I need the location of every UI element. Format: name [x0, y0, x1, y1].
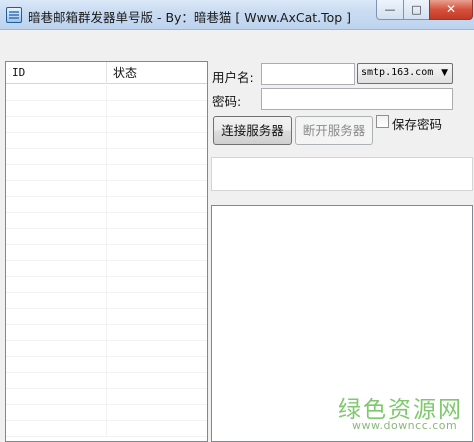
- close-icon: ✕: [445, 2, 457, 16]
- row-column-divider: [106, 197, 107, 213]
- row-column-divider: [106, 165, 107, 181]
- smtp-server-value: smtp.163.com: [361, 67, 434, 78]
- list-row[interactable]: [6, 133, 207, 149]
- minimize-button[interactable]: —: [376, 0, 404, 20]
- list-row[interactable]: [6, 149, 207, 165]
- row-column-divider: [106, 293, 107, 309]
- app-icon: [6, 7, 22, 23]
- column-header-status[interactable]: 状态: [107, 62, 207, 84]
- account-list[interactable]: ID 状态: [5, 61, 208, 442]
- list-header: ID 状态: [6, 62, 207, 84]
- minimize-icon: —: [384, 3, 396, 16]
- row-column-divider: [106, 277, 107, 293]
- maximize-button[interactable]: □: [403, 0, 430, 20]
- connect-server-button[interactable]: 连接服务器: [213, 116, 292, 145]
- disconnect-server-button[interactable]: 断开服务器: [295, 116, 373, 145]
- row-column-divider: [106, 325, 107, 341]
- close-button[interactable]: ✕: [429, 0, 473, 20]
- list-row[interactable]: [6, 165, 207, 181]
- list-row[interactable]: [6, 261, 207, 277]
- row-column-divider: [106, 261, 107, 277]
- list-row[interactable]: [6, 421, 207, 437]
- row-column-divider: [106, 213, 107, 229]
- list-row[interactable]: [6, 229, 207, 245]
- list-row[interactable]: [6, 197, 207, 213]
- row-column-divider: [106, 245, 107, 261]
- username-label: 用户名:: [212, 70, 254, 85]
- row-column-divider: [106, 229, 107, 245]
- list-row[interactable]: [6, 405, 207, 421]
- password-label: 密码:: [212, 94, 242, 109]
- row-column-divider: [106, 389, 107, 405]
- row-column-divider: [106, 133, 107, 149]
- column-header-id[interactable]: ID: [6, 62, 106, 84]
- row-column-divider: [106, 421, 107, 437]
- row-column-divider: [106, 309, 107, 325]
- row-column-divider: [106, 101, 107, 117]
- list-row[interactable]: [6, 277, 207, 293]
- list-row[interactable]: [6, 389, 207, 405]
- list-row[interactable]: [6, 85, 207, 101]
- save-password-checkbox[interactable]: [376, 115, 389, 128]
- list-row[interactable]: [6, 341, 207, 357]
- list-rows[interactable]: [6, 85, 207, 441]
- list-row[interactable]: [6, 101, 207, 117]
- list-row[interactable]: [6, 325, 207, 341]
- username-input[interactable]: [261, 63, 355, 85]
- row-column-divider: [106, 373, 107, 389]
- password-input[interactable]: [261, 88, 453, 110]
- client-area: ID 状态 用户名: smtp.163.com ▼ 密码: 连接服务器 断开服务…: [0, 30, 474, 442]
- list-row[interactable]: [6, 357, 207, 373]
- list-row[interactable]: [6, 373, 207, 389]
- row-column-divider: [106, 117, 107, 133]
- title-bar[interactable]: 暗巷邮箱群发器单号版 - By：暗巷猫 [ Www.AxCat.Top ] — …: [0, 0, 474, 30]
- smtp-server-select[interactable]: smtp.163.com ▼: [357, 63, 453, 84]
- chevron-down-icon: ▼: [441, 68, 448, 78]
- maximize-icon: □: [411, 3, 422, 16]
- window-title: 暗巷邮箱群发器单号版 - By：暗巷猫 [ Www.AxCat.Top ]: [28, 10, 352, 25]
- row-column-divider: [106, 357, 107, 373]
- row-column-divider: [106, 149, 107, 165]
- row-column-divider: [106, 341, 107, 357]
- list-row[interactable]: [6, 181, 207, 197]
- list-row[interactable]: [6, 309, 207, 325]
- row-column-divider: [106, 181, 107, 197]
- list-row[interactable]: [6, 213, 207, 229]
- row-column-divider: [106, 85, 107, 101]
- row-column-divider: [106, 405, 107, 421]
- status-box[interactable]: [211, 157, 473, 191]
- list-row[interactable]: [6, 245, 207, 261]
- list-row[interactable]: [6, 293, 207, 309]
- save-password-label[interactable]: 保存密码: [392, 114, 442, 133]
- list-row[interactable]: [6, 117, 207, 133]
- watermark-url: www.downcc.com: [352, 419, 458, 432]
